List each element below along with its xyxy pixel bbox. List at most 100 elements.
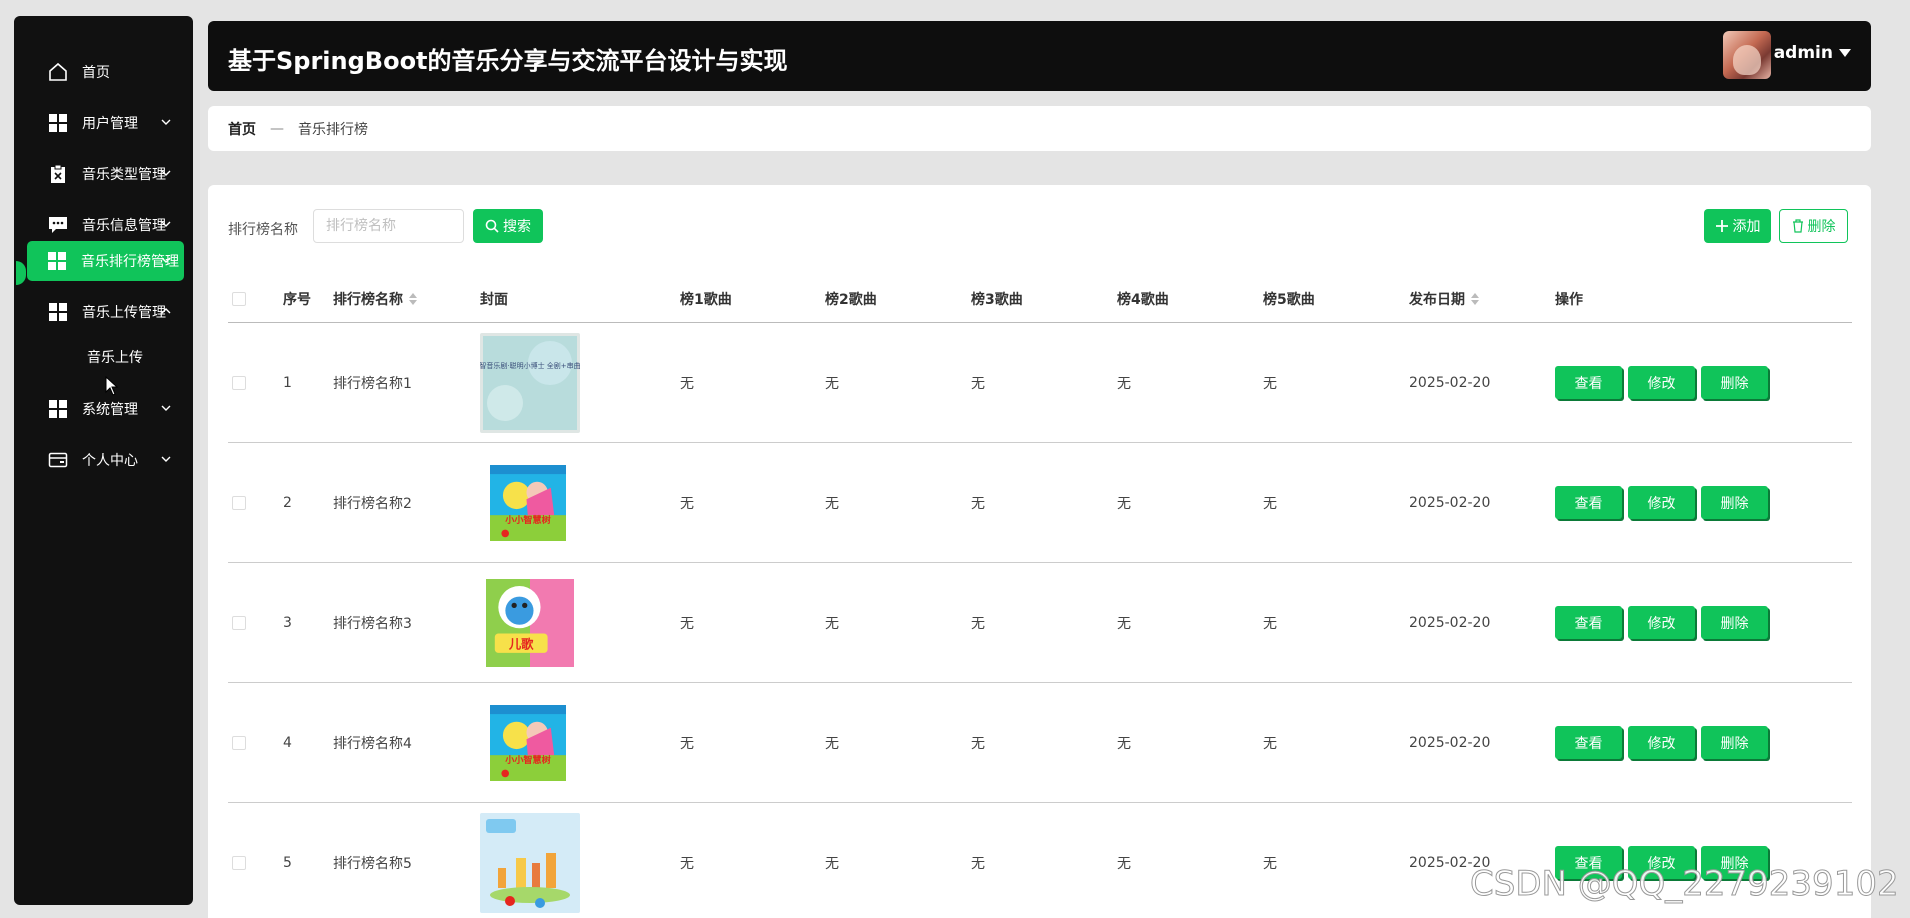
delete-button[interactable]: 删除 [1701,366,1768,399]
grid-icon [48,302,68,322]
cover-image: 儿歌 [486,578,574,667]
top-header: 基于SpringBoot的音乐分享与交流平台设计与实现 admin [208,21,1871,91]
grid-icon [47,251,67,271]
add-button-label: 添加 [1732,219,1761,235]
view-button[interactable]: 查看 [1555,486,1622,519]
song-1: 无 [680,855,694,872]
song-5: 无 [1263,855,1277,872]
grid-icon [48,399,68,419]
ranking-name: 排行榜名称5 [333,855,412,872]
breadcrumb: 首页 — 音乐排行榜 [208,106,1871,151]
column-header: 榜1歌曲 [680,291,732,308]
song-2: 无 [825,735,839,752]
search-button[interactable]: 搜索 [473,209,543,243]
trash-icon [1792,219,1803,233]
sidebar-item-music-ranking[interactable]: 音乐排行榜管理 [27,241,184,281]
delete-button[interactable]: 删除 [1701,606,1768,639]
song-5: 无 [1263,495,1277,512]
column-header: 序号 [283,291,311,308]
sort-icon[interactable] [1471,292,1479,305]
song-3: 无 [971,375,985,392]
breadcrumb-home[interactable]: 首页 [228,119,256,139]
edit-button[interactable]: 修改 [1628,366,1695,399]
column-header: 榜5歌曲 [1263,291,1315,308]
sidebar-item-music-type[interactable]: 音乐类型管理 [28,154,184,194]
search-label: 排行榜名称 [228,222,298,238]
app-title: 基于SpringBoot的音乐分享与交流平台设计与实现 [228,47,788,75]
batch-delete-button[interactable]: 删除 [1779,209,1848,243]
view-button[interactable]: 查看 [1555,606,1622,639]
sidebar-item-profile[interactable]: 个人中心 [28,440,184,480]
row-checkbox[interactable] [232,495,246,510]
sidebar-item-music-info[interactable]: 音乐信息管理 [28,205,184,245]
row-checkbox[interactable] [232,855,246,870]
edit-button[interactable]: 修改 [1628,726,1695,759]
home-icon [48,62,68,82]
column-header: 榜3歌曲 [971,291,1023,308]
sidebar-item-label: 用户管理 [82,116,138,132]
row-index: 1 [283,374,292,391]
column-header: 封面 [480,291,508,308]
main-panel: 排行榜名称 搜索 添加 删除 序号 排行榜名称 封面 榜1歌曲 榜2歌曲 榜3歌… [208,185,1871,918]
ranking-name: 排行榜名称3 [333,615,412,632]
song-1: 无 [680,735,694,752]
add-button[interactable]: 添加 [1704,209,1771,243]
edit-button[interactable]: 修改 [1628,486,1695,519]
user-menu[interactable]: admin [1774,43,1851,63]
row-checkbox[interactable] [232,735,246,750]
view-button[interactable]: 查看 [1555,366,1622,399]
column-header: 榜2歌曲 [825,291,877,308]
sidebar-item-label: 音乐类型管理 [82,167,166,183]
chevron-down-icon [161,221,171,227]
column-header-sortable[interactable]: 排行榜名称 [333,275,417,322]
song-3: 无 [971,615,985,632]
delete-button[interactable]: 删除 [1701,486,1768,519]
column-header-sortable[interactable]: 发布日期 [1409,275,1479,322]
search-button-label: 搜索 [503,219,531,235]
search-input[interactable] [313,209,464,243]
song-4: 无 [1117,735,1131,752]
sidebar-item-music-upload[interactable]: 音乐上传管理 [28,292,184,332]
sort-icon[interactable] [409,292,417,305]
song-1: 无 [680,375,694,392]
publish-date: 2025-02-20 [1409,494,1491,511]
chevron-down-icon [161,119,171,125]
delete-button[interactable]: 删除 [1701,726,1768,759]
sidebar-subitem-upload[interactable]: 音乐上传 [87,342,143,372]
cover-caption: 小小智慧树 [504,753,551,765]
song-1: 无 [680,615,694,632]
song-5: 无 [1263,735,1277,752]
cover-image [480,812,580,913]
sidebar-item-label: 音乐信息管理 [82,218,166,234]
avatar[interactable] [1723,31,1771,79]
cover-caption: 益智音乐剧·聪明小博士 全剧+串曲集 [480,361,580,370]
publish-date: 2025-02-20 [1409,374,1491,391]
chat-icon [48,215,68,235]
column-header: 操作 [1555,291,1583,308]
cover-image: 小小智慧树 [490,464,566,541]
table-row: 2 排行榜名称2 小小智慧树 无 无 无 无 无 2025-02-20 查看 修… [228,443,1852,563]
grid-icon [48,113,68,133]
sidebar-item-label: 首页 [82,65,110,81]
wallet-icon [48,450,68,470]
sidebar-item-users[interactable]: 用户管理 [28,103,184,143]
row-index: 3 [283,614,292,631]
sidebar-item-label: 系统管理 [82,402,138,418]
search-icon [485,219,499,233]
edit-button[interactable]: 修改 [1628,606,1695,639]
sidebar-item-home[interactable]: 首页 [28,52,184,92]
row-checkbox[interactable] [232,375,246,390]
row-index: 5 [283,854,292,871]
song-3: 无 [971,495,985,512]
row-checkbox[interactable] [232,615,246,630]
plus-icon [1715,220,1728,232]
table-header: 序号 排行榜名称 封面 榜1歌曲 榜2歌曲 榜3歌曲 榜4歌曲 榜5歌曲 发布日… [228,275,1852,323]
song-2: 无 [825,615,839,632]
song-5: 无 [1263,375,1277,392]
table-row: 3 排行榜名称3 儿歌 无 无 无 无 无 2025-02-20 查看 修改 删… [228,563,1852,683]
select-all-checkbox[interactable] [232,291,246,306]
view-button[interactable]: 查看 [1555,726,1622,759]
ranking-name: 排行榜名称1 [333,375,412,392]
breadcrumb-current: 音乐排行榜 [298,121,368,138]
song-4: 无 [1117,855,1131,872]
